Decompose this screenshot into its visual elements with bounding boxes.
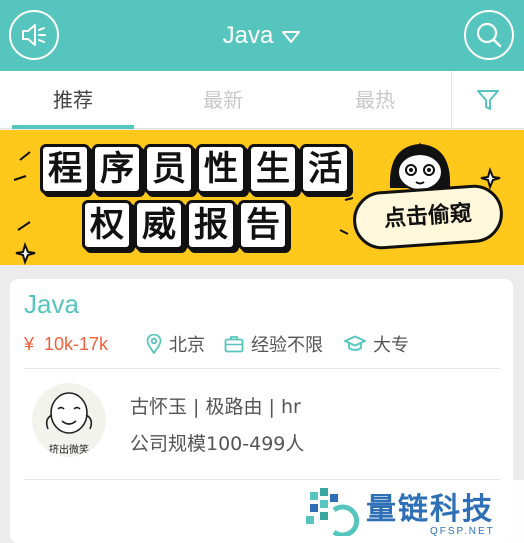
banner-char: 生: [248, 144, 298, 194]
job-education: 大专: [344, 331, 409, 357]
search-button[interactable]: [464, 10, 514, 60]
site-watermark: 量链科技 QFSP.NET: [300, 480, 524, 543]
watermark-logo-icon: [306, 488, 360, 536]
caret-down-icon: [282, 31, 301, 43]
briefcase-icon: [224, 336, 244, 353]
job-experience: 经验不限: [224, 331, 323, 357]
banner-char: 告: [238, 200, 288, 250]
top-bar: Java: [0, 0, 524, 71]
banner-headline-line1: 程 序 员 性 生 活: [40, 144, 352, 194]
tab-hottest[interactable]: 最热: [312, 71, 438, 129]
tab-latest[interactable]: 最新: [160, 71, 286, 129]
page-title: Java: [222, 21, 274, 49]
city-label: 北京: [169, 335, 205, 356]
tab-bar: 推荐 最新 最热: [0, 71, 524, 129]
avatar-caption: 挤出微笑: [49, 445, 89, 456]
watermark-domain: QFSP.NET: [430, 526, 495, 537]
location-pin-icon: [146, 334, 162, 354]
card-divider: [24, 368, 500, 369]
education-label: 大专: [373, 335, 409, 356]
search-icon: [476, 22, 502, 48]
banner-char: 程: [40, 144, 90, 194]
banner-char: 活: [300, 144, 350, 194]
active-tab-indicator: [12, 125, 134, 129]
salary-range: 10k-17k: [44, 333, 109, 354]
banner-headline-line2: 权 威 报 告: [82, 200, 290, 250]
promo-banner[interactable]: 程 序 员 性 生 活 权 威 报 告 点击偷窥: [0, 130, 524, 265]
city-job-selector[interactable]: Java: [0, 0, 524, 71]
watermark-name: 量链科技: [366, 492, 494, 527]
tab-recommended[interactable]: 推荐: [10, 71, 136, 129]
banner-cta-badge[interactable]: 点击偷窥: [351, 182, 505, 252]
graduation-cap-icon: [344, 335, 366, 351]
banner-char: 威: [134, 200, 184, 250]
filter-button[interactable]: [452, 71, 524, 129]
experience-label: 经验不限: [251, 335, 323, 356]
banner-char: 性: [196, 144, 246, 194]
job-city: 北京: [146, 331, 205, 357]
banner-char: 序: [92, 144, 142, 194]
filter-icon: [477, 90, 499, 110]
recruiter-avatar[interactable]: 挤出微笑: [32, 383, 106, 457]
company-scale: 公司规模100-499人: [130, 433, 305, 455]
job-title[interactable]: Java: [24, 289, 79, 320]
banner-char: 权: [82, 200, 132, 250]
recruiter-company: 古怀玉 | 极路由 | hr: [130, 396, 301, 418]
currency-symbol: ¥: [24, 333, 35, 354]
salary: ¥ 10k-17k: [24, 331, 108, 357]
banner-char: 员: [144, 144, 194, 194]
banner-char: 报: [186, 200, 236, 250]
